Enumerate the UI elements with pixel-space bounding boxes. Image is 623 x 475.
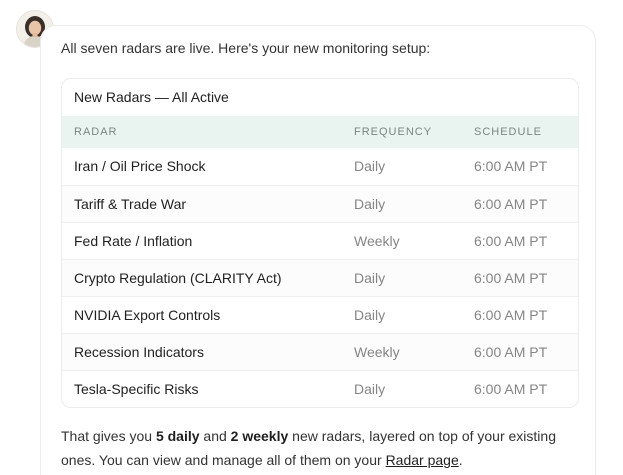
column-header-schedule: SCHEDULE <box>474 126 542 138</box>
radar-schedule: 6:00 AM PT <box>474 307 548 323</box>
radar-name: Tariff & Trade War <box>74 196 187 212</box>
radar-schedule: 6:00 AM PT <box>474 270 548 286</box>
radar-frequency: Daily <box>354 381 386 397</box>
radar-schedule: 6:00 AM PT <box>474 233 548 249</box>
table-header: RADAR FREQUENCY SCHEDULE <box>62 116 578 148</box>
radar-schedule: 6:00 AM PT <box>474 158 548 174</box>
table-row: Tesla-Specific Risks Daily 6:00 AM PT <box>62 370 578 407</box>
table-row: Fed Rate / Inflation Weekly 6:00 AM PT <box>62 222 578 259</box>
table-body: Iran / Oil Price Shock Daily 6:00 AM PT … <box>62 148 578 407</box>
table-row: Crypto Regulation (CLARITY Act) Daily 6:… <box>62 259 578 296</box>
radar-frequency: Weekly <box>354 233 400 249</box>
table-row: Tariff & Trade War Daily 6:00 AM PT <box>62 185 578 222</box>
radar-frequency: Daily <box>354 158 386 174</box>
column-header-frequency: FREQUENCY <box>354 126 433 138</box>
radar-name: Fed Rate / Inflation <box>74 233 193 249</box>
table-row: Iran / Oil Price Shock Daily 6:00 AM PT <box>62 148 578 185</box>
table-row: Recession Indicators Weekly 6:00 AM PT <box>62 333 578 370</box>
radar-schedule: 6:00 AM PT <box>474 344 548 360</box>
card-title: New Radars — All Active <box>74 89 229 105</box>
radar-name: Crypto Regulation (CLARITY Act) <box>74 270 282 286</box>
radar-frequency: Daily <box>354 196 386 212</box>
radar-page-link[interactable]: Radar page <box>386 452 459 468</box>
column-header-radar: RADAR <box>74 126 118 138</box>
radar-name: Tesla-Specific Risks <box>74 381 199 397</box>
radar-schedule: 6:00 AM PT <box>474 196 548 212</box>
radar-name: Recession Indicators <box>74 344 204 360</box>
table-row: NVIDIA Export Controls Daily 6:00 AM PT <box>62 296 578 333</box>
radars-card: New Radars — All Active RADAR FREQUENCY … <box>61 78 579 408</box>
radar-schedule: 6:00 AM PT <box>474 381 548 397</box>
radar-name: NVIDIA Export Controls <box>74 307 221 323</box>
summary-part: That gives you <box>61 428 156 444</box>
summary-part: and <box>199 428 231 444</box>
daily-count: 5 daily <box>155 428 200 444</box>
radar-frequency: Weekly <box>354 344 400 360</box>
weekly-count: 2 weekly <box>230 428 289 444</box>
radar-frequency: Daily <box>354 270 386 286</box>
radar-name: Iran / Oil Price Shock <box>74 158 206 174</box>
summary-part: . <box>458 452 463 468</box>
radar-frequency: Daily <box>354 307 386 323</box>
chat-page: All seven radars are live. Here's your n… <box>0 0 623 475</box>
summary-text: That gives you 5 daily and 2 weekly new … <box>61 424 581 472</box>
intro-text: All seven radars are live. Here's your n… <box>61 40 431 56</box>
